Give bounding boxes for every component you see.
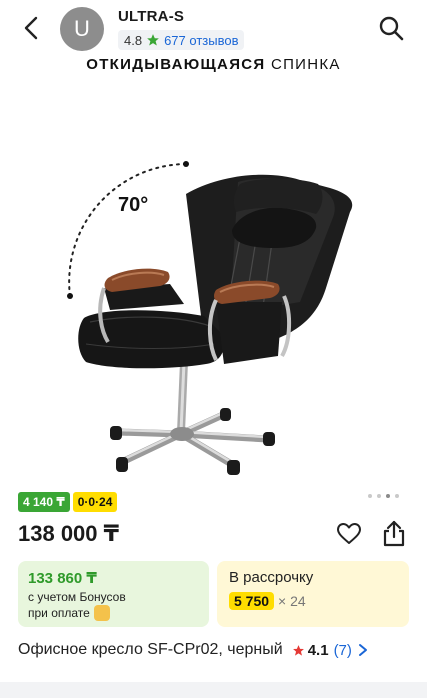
star-icon (147, 34, 159, 46)
product-title: Офисное кресло SF-CPr02, черный (18, 641, 283, 658)
heart-icon[interactable] (336, 521, 362, 547)
recline-angle-label: 70° (118, 194, 149, 216)
installment-title: В рассрочку (229, 569, 314, 586)
share-icon[interactable] (381, 520, 407, 548)
search-icon[interactable] (377, 14, 405, 42)
installment-amount: 5 750 (229, 592, 275, 610)
badge-row: 4 140 ₸ 0·0·24 (18, 492, 118, 512)
section-divider (0, 682, 427, 698)
product-reviews-link[interactable]: (7) (334, 642, 352, 659)
installment-card[interactable]: В рассрочку 5 750 × 24 (217, 561, 409, 627)
carousel-dot-active (386, 494, 390, 498)
avatar-letter: U (74, 16, 90, 41)
bonus-price: 133 860 ₸ (28, 570, 97, 587)
carousel-dot (368, 494, 372, 498)
top-bar: U ULTRA-S 4.8 677 отзывов (0, 0, 427, 56)
product-rating: 4.1 (307, 641, 329, 659)
bonus-badge: 4 140 ₸ (18, 492, 70, 512)
carousel-dot (377, 494, 381, 498)
back-arrow-icon[interactable] (18, 14, 46, 42)
bonus-price-card[interactable]: 133 860 ₸ с учетом Бонусов при оплате (18, 561, 209, 627)
carousel-indicator (368, 494, 399, 498)
product-title-row[interactable]: Офисное кресло SF-CPr02, черный 4.1 (7) (18, 639, 413, 661)
bonus-coin-icon (93, 604, 110, 621)
carousel-dot (395, 494, 399, 498)
product-chair-image (67, 161, 353, 475)
installment-badge: 0·0·24 (72, 492, 118, 512)
seller-reviews-link[interactable]: 677 отзывов (164, 33, 238, 48)
installment-months: × 24 (278, 593, 306, 609)
seller-name[interactable]: ULTRA-S (118, 8, 184, 25)
seller-avatar[interactable]: U (60, 7, 104, 51)
bonus-note: с учетом Бонусов при оплате (28, 590, 126, 621)
seller-rating: 4.8 (124, 32, 143, 48)
installment-terms: 5 750 × 24 (229, 592, 306, 610)
rating-star-icon (292, 644, 304, 656)
seller-rating-pill[interactable]: 4.8 677 отзывов (118, 30, 245, 50)
product-price: 138 000 ₸ (18, 521, 119, 546)
chevron-right-icon[interactable] (358, 643, 368, 657)
product-image[interactable]: ОТКИДЫВАЮЩАЯСЯ СПИНКА 70° (0, 52, 427, 484)
